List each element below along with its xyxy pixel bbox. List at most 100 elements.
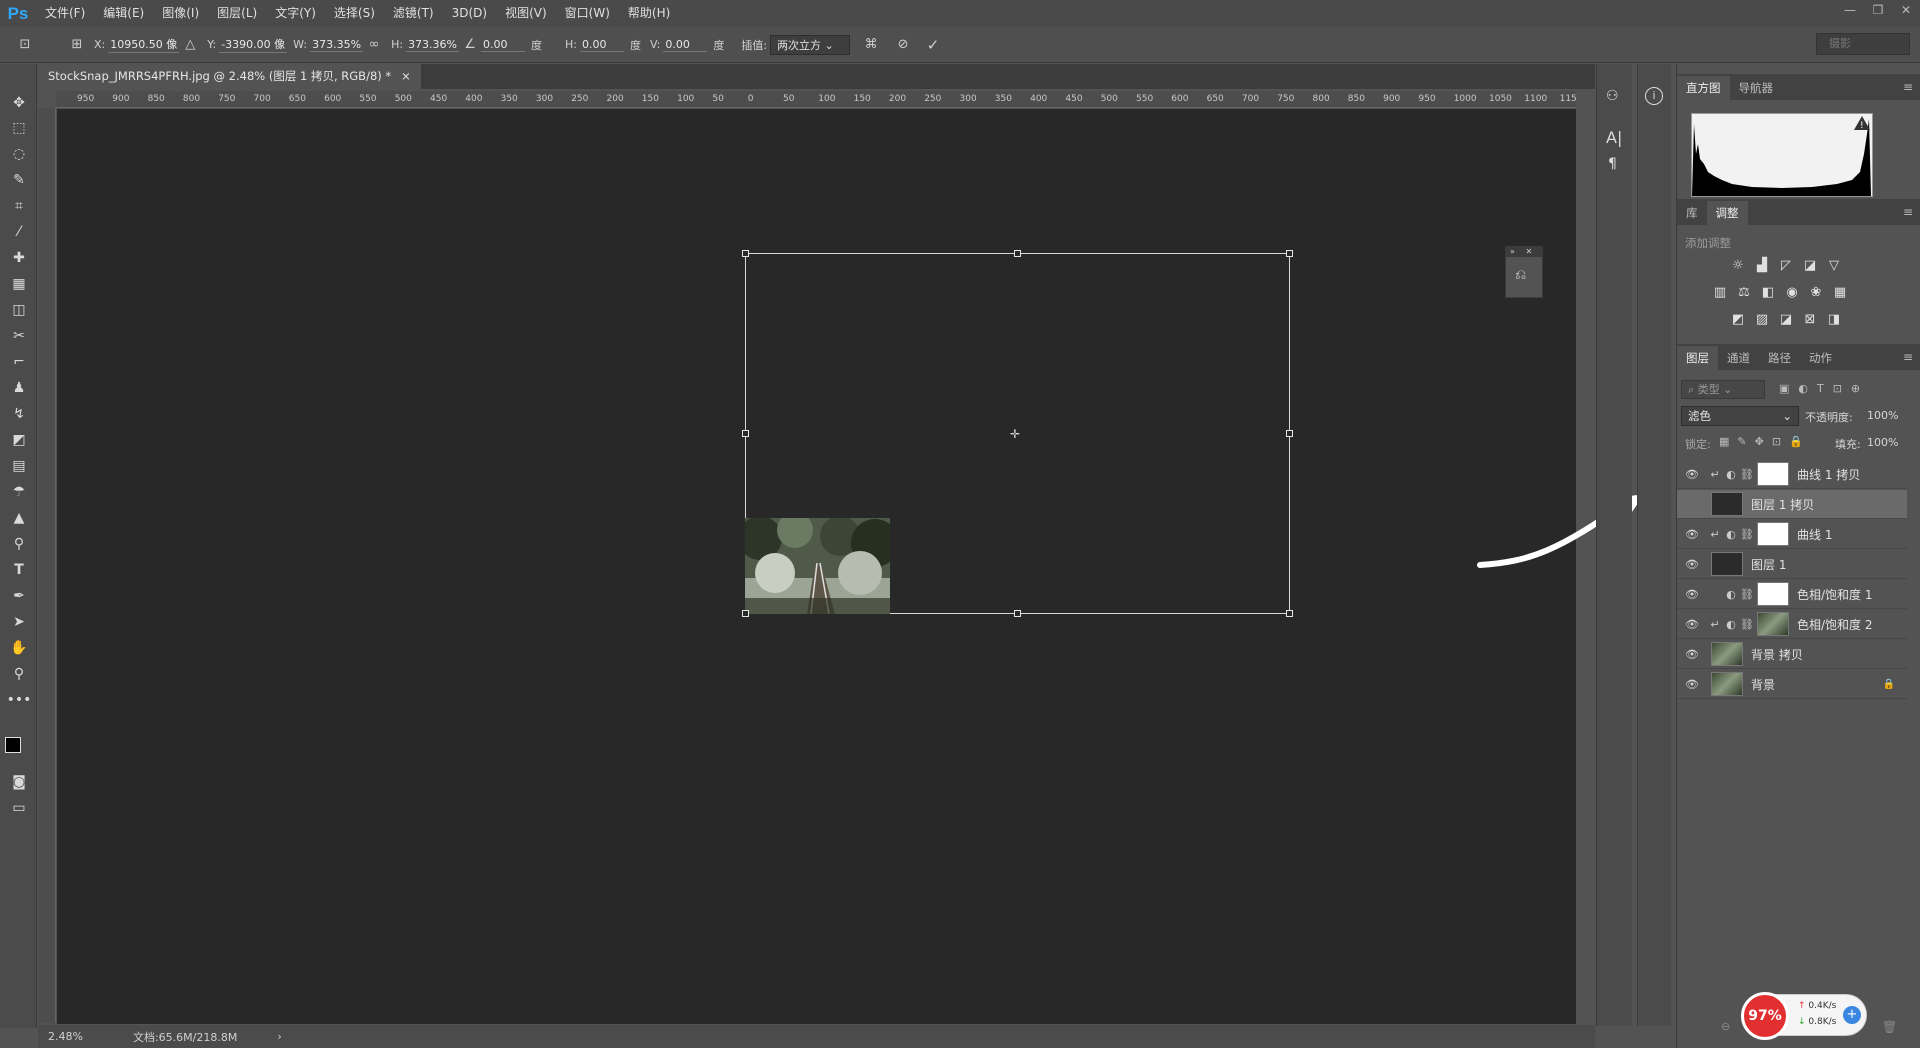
crop-tool-icon[interactable]: ⌗ [6,195,32,217]
layer-filter-select[interactable]: ⌕ 类型 ⌄ [1681,380,1765,399]
menu-filter[interactable]: 滤镜(T) [384,0,443,27]
transform-handle-mr[interactable] [1286,430,1293,437]
layers-menu-icon[interactable]: ≡ [1903,350,1913,364]
mask-link-icon[interactable]: ⛓ [1739,468,1755,481]
transform-handle-tc[interactable] [1014,250,1021,257]
layer-name[interactable]: 图层 1 拷贝 [1751,496,1814,513]
clone-source-icon[interactable]: ⚇ [1606,88,1619,104]
menu-help[interactable]: 帮助(H) [619,0,679,27]
menu-view[interactable]: 视图(V) [496,0,556,27]
close-button[interactable]: ✕ [1892,0,1920,22]
visibility-eye-icon[interactable]: 👁 [1681,558,1703,571]
layer-thumbnail[interactable] [1711,492,1743,516]
filter-kind-icons[interactable]: ▣◐T⊡⊕ [1779,382,1869,395]
visibility-eye-icon[interactable]: 👁 [1681,678,1703,691]
menu-window[interactable]: 窗口(W) [556,0,619,27]
layer-name[interactable]: 色相/饱和度 1 [1797,586,1873,603]
transform-handle-bc[interactable] [1014,610,1021,617]
layer-row[interactable]: 👁 背景 🔒 [1677,670,1907,699]
layer-row[interactable]: 👁 ↵ ◐ ⛓ 曲线 1 [1677,520,1907,549]
foreground-color-swatch[interactable] [5,737,21,753]
angle-field[interactable]: 0.00 [481,38,526,52]
eraser-tool-icon[interactable]: ◩ [6,429,32,451]
visibility-eye-icon[interactable]: 👁 [1681,588,1703,601]
hand-tool-icon[interactable]: ✋ [6,637,32,659]
layer-row[interactable]: 👁 ↵ ◐ ⛓ 色相/饱和度 2 [1677,610,1907,639]
workspace-select[interactable]: 摄影 [1816,33,1910,55]
exposure-icon[interactable]: ◪ [1801,258,1819,274]
selective-color-icon[interactable]: ⊠ [1801,312,1819,328]
photo-filter-icon[interactable]: ◉ [1783,285,1801,301]
y-field[interactable]: -3390.00 像 [219,36,288,53]
layer-name[interactable]: 图层 1 [1751,556,1786,573]
zoom-level[interactable]: 2.48% [48,1030,83,1043]
tab-layers[interactable]: 图层 [1677,346,1718,370]
black-white-icon[interactable]: ◧ [1759,285,1777,301]
posterize-icon[interactable]: ▨ [1753,312,1771,328]
mini-close-icon[interactable]: ✕ [1525,247,1532,256]
healing-tool-icon[interactable]: ✚ [6,247,32,269]
screen-mode-icon[interactable]: ▭ [6,797,32,819]
menu-type[interactable]: 文字(Y) [266,0,325,27]
history-brush-icon[interactable]: ↯ [6,403,32,425]
hskew-field[interactable]: 0.00 [580,38,624,52]
transform-handle-br[interactable] [1286,610,1293,617]
menu-layer[interactable]: 图层(L) [208,0,266,27]
commit-transform-icon[interactable]: ✓ [922,36,944,54]
levels-icon[interactable]: ▟ [1753,258,1771,274]
paragraph-icon[interactable]: ¶ [1608,156,1617,172]
layer-row[interactable]: 👁 ↵ ◐ ⛓ 曲线 1 拷贝 [1677,460,1907,489]
hue-saturation-icon[interactable]: ▥ [1711,285,1729,301]
link-layers-icon[interactable]: ⊖ [1721,1020,1730,1033]
visibility-eye-icon[interactable]: 👁 [1681,468,1703,481]
layer-name[interactable]: 背景 拷贝 [1751,646,1803,663]
delta-icon[interactable]: △ [179,37,201,52]
mini-panel-header[interactable]: » ✕ [1506,247,1542,257]
tab-adjustments[interactable]: 调整 [1706,201,1748,225]
transform-handle-tl[interactable] [742,250,749,257]
network-speed-widget[interactable]: 97% ↑ 0.4K/s ↓ 0.8K/s + [1741,992,1867,1040]
layer-lock-icon[interactable]: 🔒 [1883,679,1895,690]
brush-tool-icon-a[interactable]: ▦ [6,273,32,295]
minimize-button[interactable]: — [1836,0,1864,22]
blend-mode-select[interactable]: 滤色 ⌄ [1681,406,1799,426]
quick-select-tool-icon[interactable]: ✎ [6,169,32,191]
interp-select[interactable]: 两次立方 ⌄ [770,34,851,55]
transform-center-icon[interactable]: ✛ [1010,427,1020,441]
document-tab[interactable]: StockSnap_JMRRS4PFRH.jpg @ 2.48% (图层 1 拷… [38,64,421,89]
speed-plus-icon[interactable]: + [1843,1006,1861,1024]
layer-thumbnail[interactable] [1757,462,1789,486]
brightness-icon[interactable]: ☼ [1729,258,1747,274]
w-field[interactable]: 373.35% [310,38,364,52]
quick-mask-icon[interactable]: ◙ [6,771,32,793]
curves-icon[interactable]: ◸ [1777,258,1795,274]
layer-name[interactable]: 背景 [1751,676,1775,693]
pen-tool-icon[interactable]: ✒ [6,585,32,607]
mask-link-icon[interactable]: ⛓ [1739,618,1755,631]
more-tools-icon[interactable]: ••• [6,689,32,711]
color-balance-icon[interactable]: ⚖ [1735,285,1753,301]
link-icon[interactable]: ∞ [363,37,385,52]
layer-name[interactable]: 色相/饱和度 2 [1797,616,1873,633]
layer-thumbnail[interactable] [1711,642,1743,666]
menu-file[interactable]: 文件(F) [36,0,94,27]
cancel-transform-icon[interactable]: ⊘ [892,37,914,52]
reference-point-icon[interactable]: ⊞ [66,37,88,52]
layer-name[interactable]: 曲线 1 拷贝 [1797,466,1860,483]
gradient-map-icon[interactable]: ◨ [1825,312,1843,328]
transform-handle-bl[interactable] [742,610,749,617]
character-icon[interactable]: A| [1606,128,1622,147]
x-field[interactable]: 10950.50 像 [108,36,180,53]
type-tool-icon[interactable]: T [6,559,32,581]
lasso-tool-icon[interactable]: ◌ [6,143,32,165]
vskew-field[interactable]: 0.00 [663,38,708,52]
layer-name[interactable]: 曲线 1 [1797,526,1832,543]
stamp-tool-icon[interactable]: ◫ [6,299,32,321]
transform-handle-tr[interactable] [1286,250,1293,257]
menu-image[interactable]: 图像(I) [153,0,208,27]
info-icon[interactable]: i [1645,87,1663,105]
clone-stamp-icon[interactable]: ♟ [6,377,32,399]
menu-3d[interactable]: 3D(D) [443,0,496,27]
opacity-value[interactable]: 100% [1867,409,1898,422]
visibility-eye-icon[interactable]: 👁 [1681,618,1703,631]
